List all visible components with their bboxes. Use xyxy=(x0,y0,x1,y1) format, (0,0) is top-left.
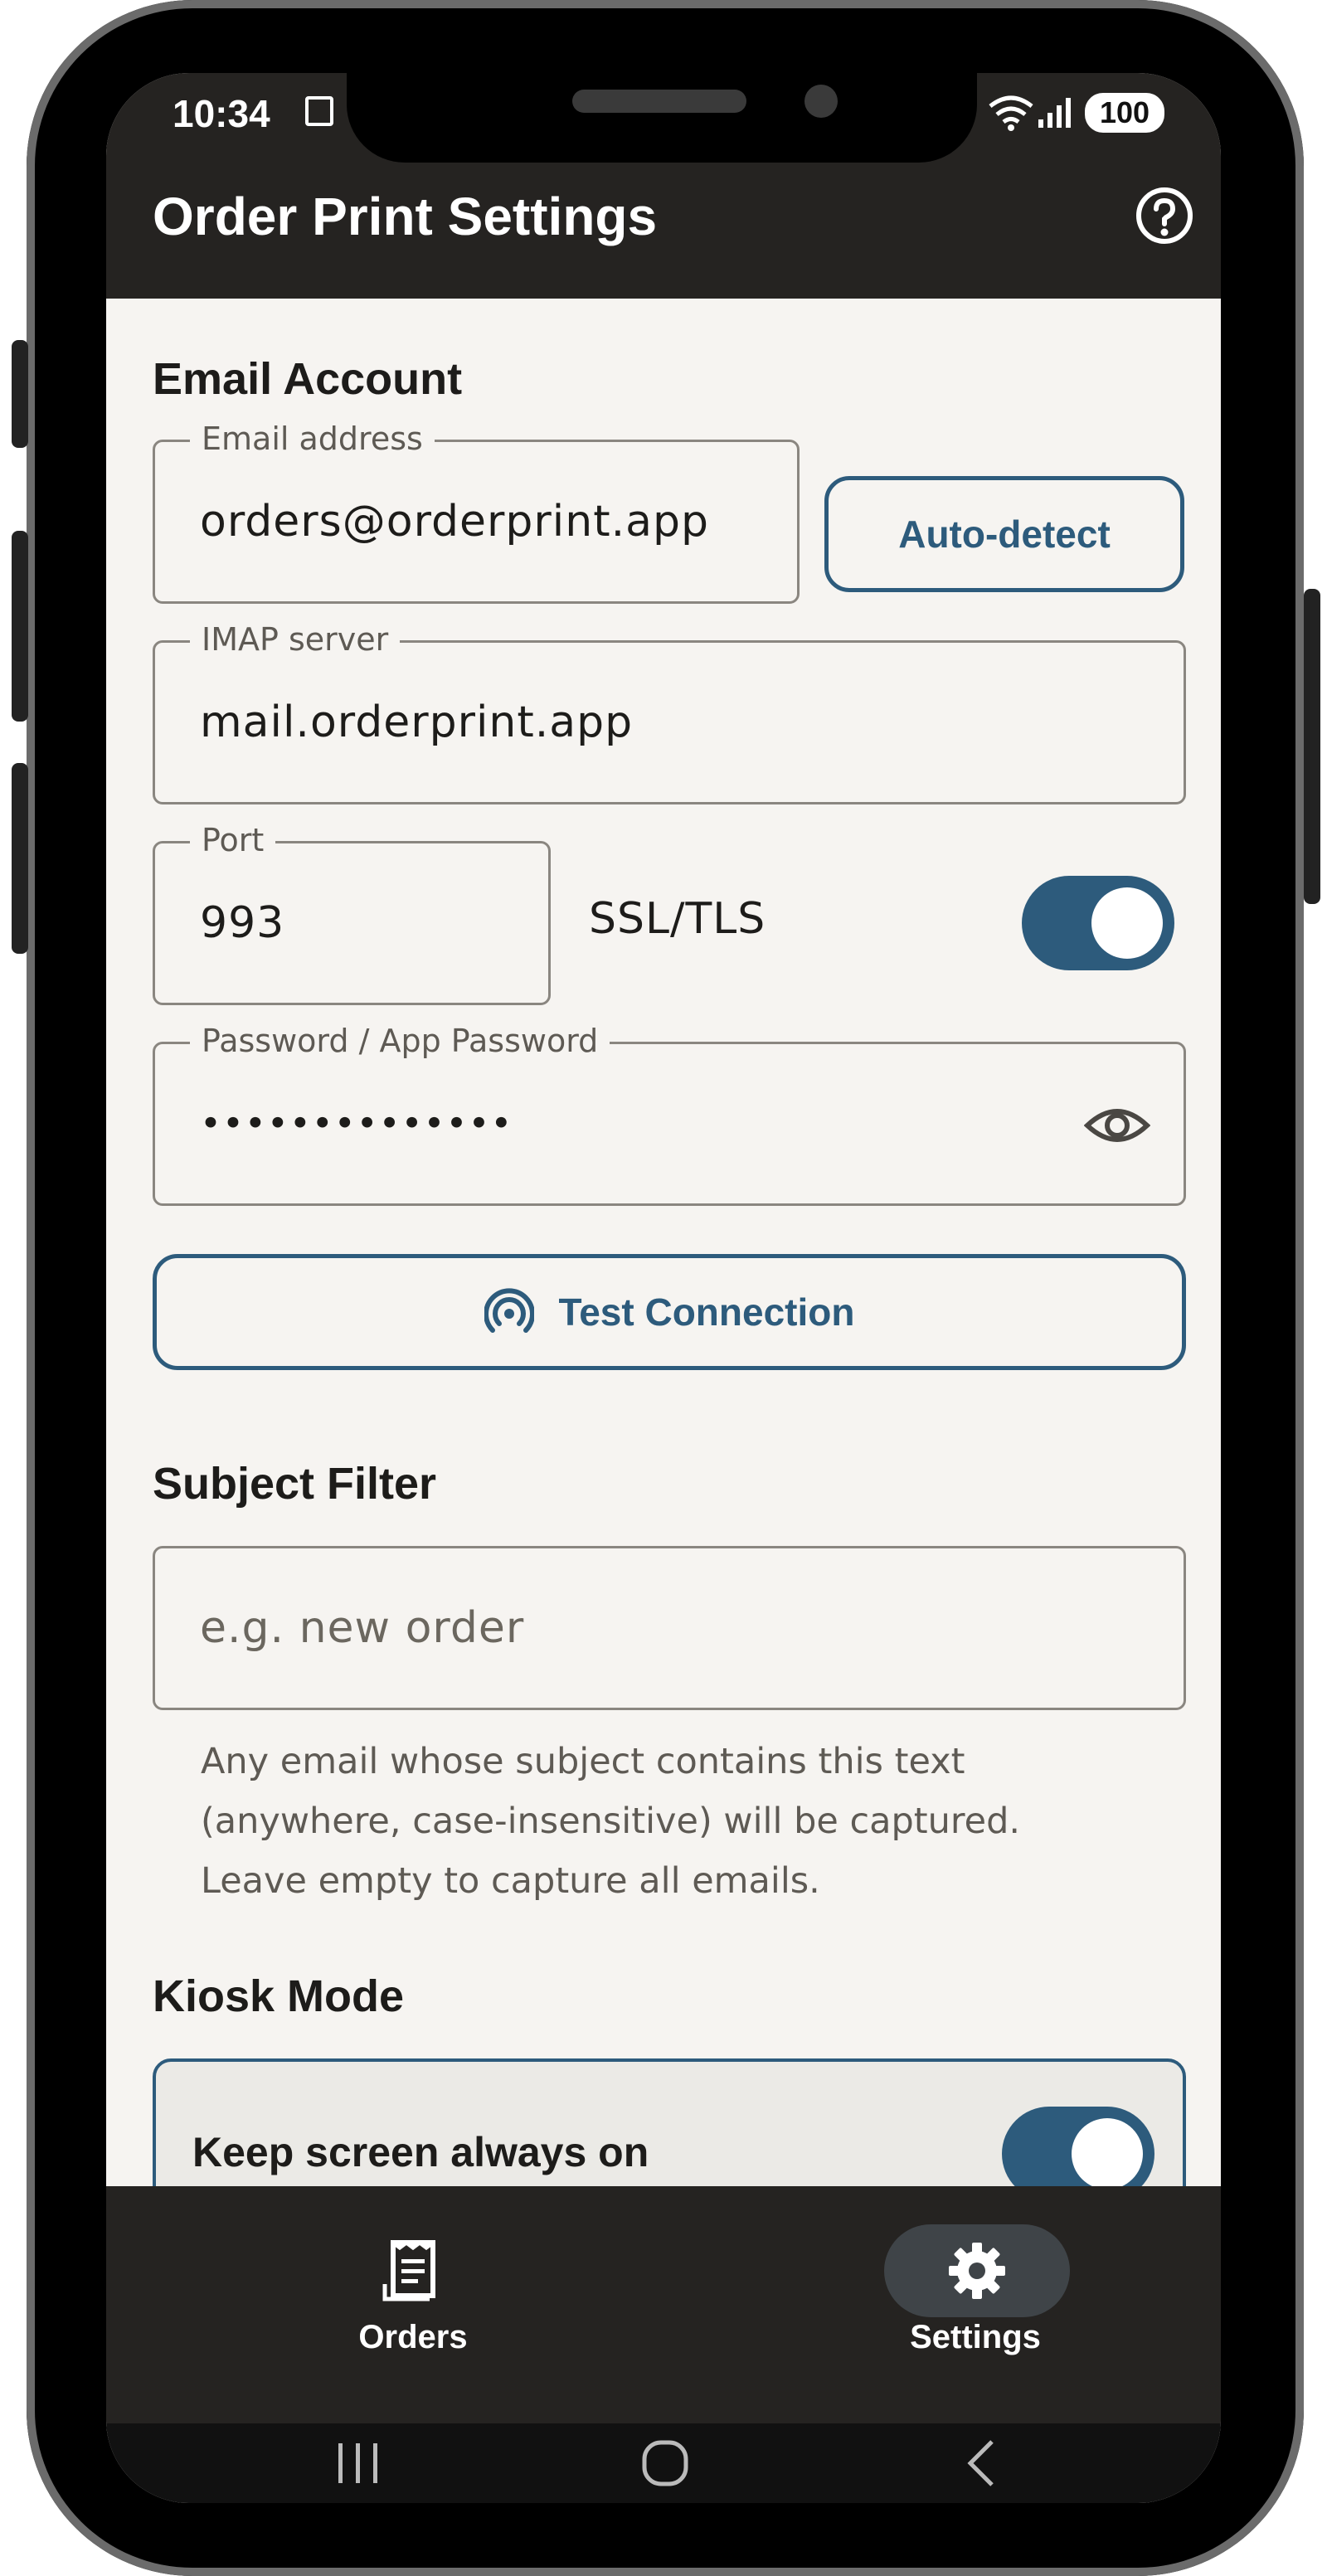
wifi-icon xyxy=(989,95,1033,134)
port-field[interactable]: Port 993 xyxy=(153,822,551,1005)
imap-server-field[interactable]: IMAP server mail.orderprint.app xyxy=(153,621,1186,804)
email-address-label: Email address xyxy=(190,420,435,457)
side-button-left-2 xyxy=(12,531,28,722)
imap-server-label: IMAP server xyxy=(190,621,401,658)
ssl-tls-label: SSL/TLS xyxy=(589,894,766,944)
subject-filter-helper: Any email whose subject contains this te… xyxy=(201,1732,1196,1911)
password-field[interactable]: Password / App Password •••••••••••••• xyxy=(153,1023,1186,1206)
email-address-field[interactable]: Email address orders@orderprint.app xyxy=(153,420,800,604)
nav-orders-label: Orders xyxy=(358,2319,468,2355)
nav-settings-label: Settings xyxy=(910,2319,1041,2355)
signal-icon xyxy=(1037,96,1075,133)
subject-filter-heading: Subject Filter xyxy=(153,1459,437,1509)
test-connection-button[interactable]: Test Connection xyxy=(153,1254,1186,1370)
camera-notch xyxy=(347,73,977,163)
side-button-right xyxy=(1304,589,1320,904)
battery-level: 100 xyxy=(1099,95,1150,129)
email-address-value: orders@orderprint.app xyxy=(200,497,709,547)
home-icon[interactable] xyxy=(640,2438,690,2491)
helper-line-3: Leave empty to capture all emails. xyxy=(201,1860,820,1902)
battery-icon: 100 xyxy=(1085,93,1164,133)
nav-item-orders[interactable]: Orders xyxy=(297,2219,529,2385)
recent-apps-icon[interactable] xyxy=(333,2440,383,2490)
test-connection-label: Test Connection xyxy=(558,1290,855,1334)
bottom-navigation: Orders Settings xyxy=(106,2186,1221,2423)
helper-line-2: (anywhere, case-insensitive) will be cap… xyxy=(201,1801,1021,1842)
ssl-tls-toggle[interactable] xyxy=(1022,876,1174,970)
screenshot-status-icon xyxy=(305,96,333,126)
imap-server-value: mail.orderprint.app xyxy=(200,697,634,747)
page-title: Order Print Settings xyxy=(153,187,658,246)
keep-screen-on-label: Keep screen always on xyxy=(192,2129,649,2175)
toggle-knob xyxy=(1091,887,1163,959)
help-circle-icon[interactable] xyxy=(1135,186,1194,249)
password-value: •••••••••••••• xyxy=(200,1102,513,1145)
side-button-left-1 xyxy=(12,340,28,448)
auto-detect-button[interactable]: Auto-detect xyxy=(824,476,1184,592)
status-time: 10:34 xyxy=(173,92,270,135)
email-account-heading: Email Account xyxy=(153,354,463,404)
back-icon[interactable] xyxy=(960,2438,1002,2491)
subject-filter-input[interactable]: e.g. new order xyxy=(153,1546,1186,1710)
nav-item-settings[interactable]: Settings xyxy=(836,2219,1115,2385)
gear-icon xyxy=(947,2241,1007,2304)
password-label: Password / App Password xyxy=(190,1023,610,1059)
broadcast-icon xyxy=(484,1287,534,1337)
side-button-left-3 xyxy=(12,763,28,954)
kiosk-mode-heading: Kiosk Mode xyxy=(153,1971,405,2021)
port-value: 993 xyxy=(200,898,285,948)
device-screen: 10:34 100 Order Print Settings Email Acc… xyxy=(106,73,1221,2503)
eye-icon[interactable] xyxy=(1083,1092,1151,1162)
subject-filter-placeholder: e.g. new order xyxy=(200,1603,525,1653)
helper-line-1: Any email whose subject contains this te… xyxy=(201,1741,965,1782)
system-navigation-bar xyxy=(106,2423,1221,2503)
port-label: Port xyxy=(190,822,276,858)
toggle-knob xyxy=(1072,2118,1143,2190)
receipt-icon xyxy=(382,2238,445,2307)
